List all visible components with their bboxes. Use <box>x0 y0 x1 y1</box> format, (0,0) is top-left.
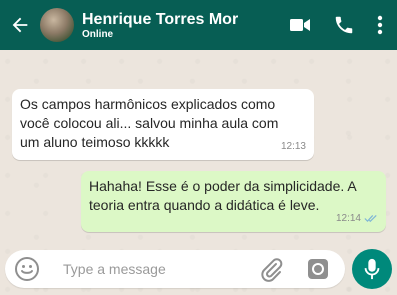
attach-button[interactable] <box>258 256 284 282</box>
emoji-icon <box>15 257 39 281</box>
back-arrow-icon <box>12 17 28 33</box>
message-input[interactable]: Type a message <box>63 261 166 277</box>
menu-button[interactable] <box>372 0 388 50</box>
mic-icon <box>364 258 380 280</box>
incoming-message[interactable]: Os campos harmônicos explicados como voc… <box>12 89 314 160</box>
video-call-icon <box>290 19 310 31</box>
back-button[interactable] <box>2 0 38 50</box>
double-check-icon <box>364 215 377 223</box>
message-meta: 12:13 <box>281 137 306 156</box>
emoji-button[interactable] <box>14 256 40 282</box>
message-text: Os campos harmônicos explicados como voc… <box>20 96 279 150</box>
message-composer[interactable]: Type a message <box>5 250 345 288</box>
phone-icon <box>335 16 353 34</box>
avatar[interactable] <box>40 8 74 42</box>
message-time: 12:14 <box>335 213 361 224</box>
camera-button[interactable] <box>305 256 331 282</box>
contact-info[interactable]: Henrique Torres Mor Online <box>82 10 250 41</box>
contact-status: Online <box>82 28 114 40</box>
outgoing-message[interactable]: Hahaha! Esse é o poder da simplicidade. … <box>81 171 386 232</box>
camera-icon <box>308 259 328 279</box>
chat-area: Os campos harmônicos explicados como voc… <box>0 50 397 295</box>
message-text: Hahaha! Esse é o poder da simplicidade. … <box>89 178 357 213</box>
more-vertical-icon <box>377 15 383 35</box>
message-time: 12:13 <box>280 141 306 152</box>
contact-name: Henrique Torres Mor <box>82 10 239 28</box>
voice-call-button[interactable] <box>331 0 357 50</box>
video-call-button[interactable] <box>286 0 314 50</box>
attach-icon <box>261 258 283 282</box>
chat-header: Henrique Torres Mor Online <box>0 0 397 50</box>
message-meta: 12:14 <box>336 209 378 228</box>
mic-button[interactable] <box>352 249 392 289</box>
